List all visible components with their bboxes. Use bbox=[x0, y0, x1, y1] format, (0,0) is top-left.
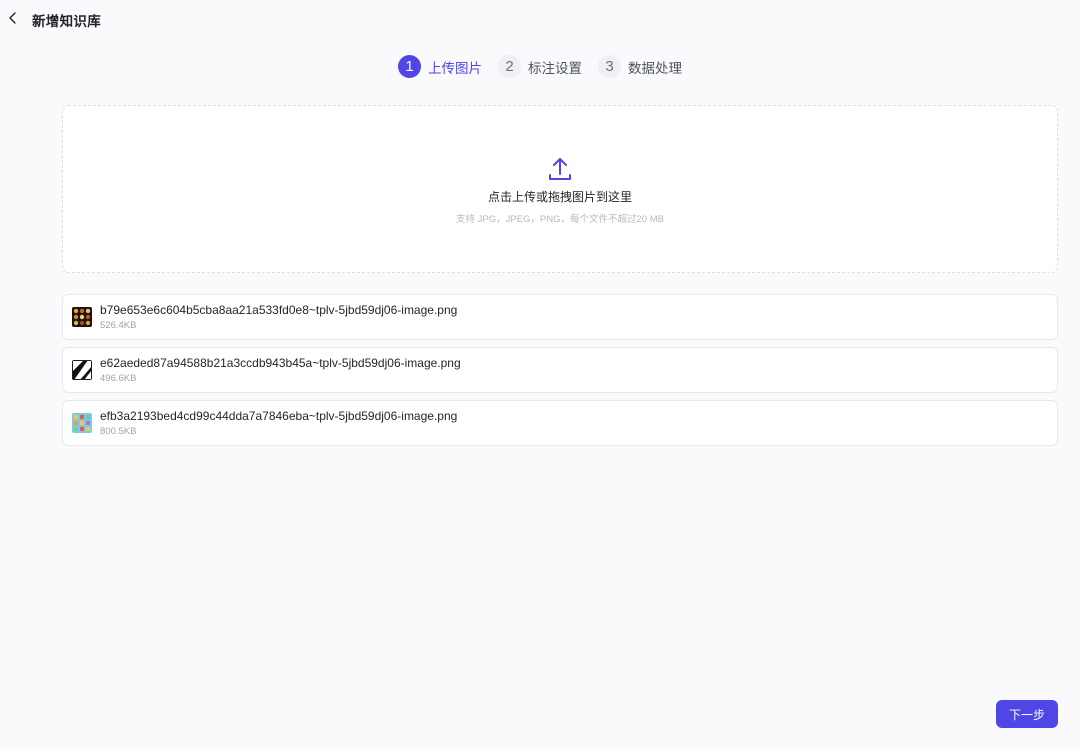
file-item[interactable]: e62aeded87a94588b21a3ccdb943b45a~tplv-5j… bbox=[62, 347, 1058, 393]
step-number: 2 bbox=[498, 55, 521, 78]
file-name: e62aeded87a94588b21a3ccdb943b45a~tplv-5j… bbox=[100, 355, 461, 370]
food-grid-thumbnail bbox=[72, 307, 92, 327]
step-number: 3 bbox=[598, 55, 621, 78]
step-data-processing[interactable]: 3 数据处理 bbox=[598, 55, 682, 78]
file-name: efb3a2193bed4cd99c44dda7a7846eba~tplv-5j… bbox=[100, 408, 458, 423]
blue-grid-thumbnail bbox=[72, 413, 92, 433]
file-size: 526.4KB bbox=[100, 319, 137, 331]
file-size: 496.6KB bbox=[100, 372, 137, 384]
file-item[interactable]: b79e653e6c604b5cba8aa21a533fd0e8~tplv-5j… bbox=[62, 294, 1058, 340]
upload-icon bbox=[549, 158, 571, 180]
step-label: 上传图片 bbox=[428, 60, 482, 76]
upload-dropzone[interactable]: 点击上传或拖拽图片到这里 支持 JPG，JPEG，PNG，每个文件不超过20 M… bbox=[62, 105, 1058, 273]
page: 新增知识库 1 上传图片 2 标注设置 3 数据处理 点击上传或拖拽图片到这里 … bbox=[0, 0, 1080, 751]
file-name: b79e653e6c604b5cba8aa21a533fd0e8~tplv-5j… bbox=[100, 302, 458, 317]
step-annotation-settings[interactable]: 2 标注设置 bbox=[498, 55, 582, 78]
back-button[interactable] bbox=[4, 9, 22, 27]
black-white-thumbnail bbox=[72, 360, 92, 380]
upload-title: 点击上传或拖拽图片到这里 bbox=[487, 190, 632, 204]
step-label: 标注设置 bbox=[528, 60, 582, 76]
header: 新增知识库 bbox=[0, 0, 1080, 36]
file-size: 800.5KB bbox=[100, 425, 137, 437]
stepper: 1 上传图片 2 标注设置 3 数据处理 bbox=[0, 55, 1080, 78]
next-step-button[interactable]: 下一步 bbox=[996, 700, 1058, 728]
page-title: 新增知识库 bbox=[32, 14, 101, 29]
step-upload-images[interactable]: 1 上传图片 bbox=[398, 55, 482, 78]
step-number: 1 bbox=[398, 55, 421, 78]
file-item[interactable]: efb3a2193bed4cd99c44dda7a7846eba~tplv-5j… bbox=[62, 400, 1058, 446]
file-list: b79e653e6c604b5cba8aa21a533fd0e8~tplv-5j… bbox=[62, 294, 1058, 453]
step-label: 数据处理 bbox=[628, 60, 682, 76]
chevron-left-icon bbox=[9, 12, 16, 24]
upload-hint: 支持 JPG，JPEG，PNG，每个文件不超过20 MB bbox=[456, 214, 664, 225]
